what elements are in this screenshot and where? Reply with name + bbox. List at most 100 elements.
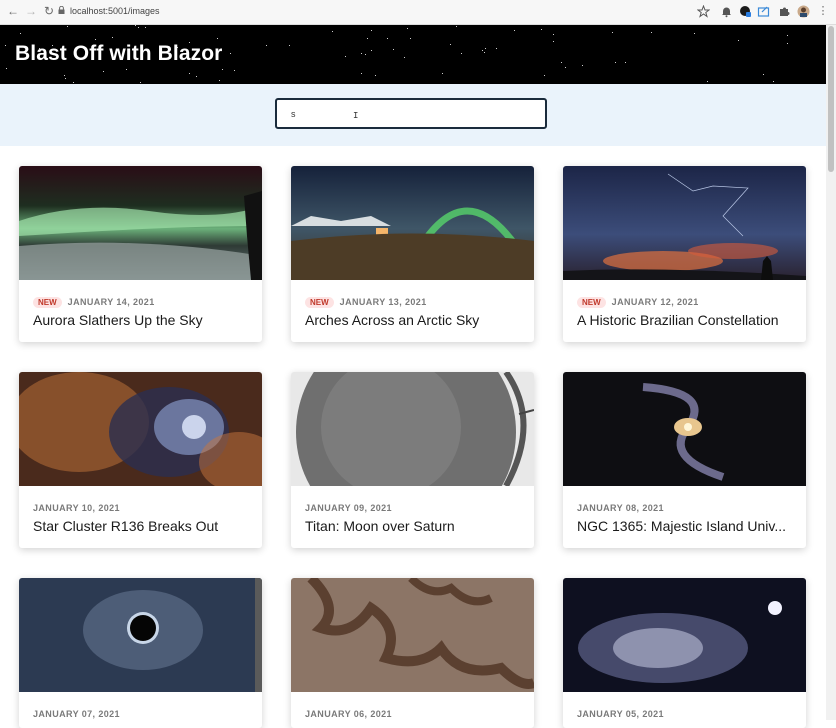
image-card[interactable]: JANUARY 05, 2021 — [563, 578, 806, 728]
star-dot — [482, 50, 483, 51]
new-badge: NEW — [305, 296, 334, 308]
star-dot — [485, 48, 486, 49]
card-title[interactable]: Aurora Slathers Up the Sky — [33, 312, 253, 328]
star-dot — [234, 70, 235, 71]
new-badge: NEW — [33, 296, 62, 308]
image-card[interactable]: NEW JANUARY 14, 2021 Aurora Slathers Up t… — [19, 166, 262, 342]
star-cluster-image — [19, 372, 262, 486]
star-dot — [65, 78, 66, 79]
star-dot — [367, 38, 368, 39]
card-title[interactable]: Arches Across an Arctic Sky — [305, 312, 525, 328]
star-dot — [496, 48, 497, 49]
star-dot — [196, 76, 197, 77]
card-date: JANUARY 07, 2021 — [33, 709, 120, 719]
avatar-icon[interactable] — [797, 5, 810, 18]
star-dot — [67, 26, 68, 27]
star-dot — [219, 80, 220, 81]
star-dot — [138, 27, 139, 28]
star-dot — [651, 32, 652, 33]
card-date: JANUARY 10, 2021 — [33, 503, 120, 513]
star-dot — [332, 31, 333, 32]
address-bar[interactable]: localhost:5001/images — [70, 6, 160, 16]
star-icon[interactable] — [697, 5, 710, 18]
arrow-left-icon[interactable]: ← — [6, 4, 20, 18]
image-card[interactable]: JANUARY 07, 2021 — [19, 578, 262, 728]
extension-icon[interactable] — [739, 5, 752, 18]
star-dot — [787, 43, 788, 44]
star-dot — [230, 53, 231, 54]
star-dot — [442, 73, 443, 74]
image-card[interactable]: JANUARY 06, 2021 — [291, 578, 534, 728]
arctic-arch-image — [291, 166, 534, 280]
titan-image — [291, 372, 534, 486]
star-dot — [456, 26, 457, 27]
star-dot — [404, 57, 405, 58]
star-dot — [450, 44, 451, 45]
star-dot — [189, 73, 190, 74]
magellanic-cloud-image — [563, 578, 806, 692]
image-card[interactable]: JANUARY 08, 2021 NGC 1365: Majestic Isla… — [563, 372, 806, 548]
star-dot — [410, 38, 411, 39]
page-title: Blast Off with Blazor — [15, 42, 223, 65]
star-dot — [738, 40, 739, 41]
star-dot — [461, 53, 462, 54]
star-dot — [544, 75, 545, 76]
star-dot — [763, 74, 764, 75]
star-dot — [484, 52, 485, 53]
lock-icon — [58, 6, 65, 14]
star-dot — [582, 65, 583, 66]
star-dot — [217, 38, 218, 39]
image-card[interactable]: JANUARY 10, 2021 Star Cluster R136 Break… — [19, 372, 262, 548]
star-dot — [612, 32, 613, 33]
site-header: Blast Off with Blazor — [0, 25, 826, 84]
card-date: JANUARY 13, 2021 — [339, 297, 427, 307]
star-dot — [365, 54, 366, 55]
star-dot — [553, 41, 554, 42]
arrow-right-icon[interactable]: → — [24, 4, 38, 18]
star-dot — [407, 28, 408, 29]
card-title[interactable]: NGC 1365: Majestic Island Univ... — [577, 518, 797, 534]
star-dot — [371, 30, 372, 31]
star-dot — [112, 37, 113, 38]
star-dot — [561, 62, 562, 63]
star-dot — [135, 25, 136, 26]
star-dot — [73, 82, 74, 83]
bell-icon[interactable] — [720, 5, 733, 18]
star-dot — [103, 71, 104, 72]
constellation-image — [563, 166, 806, 280]
text-cursor-icon: I — [353, 111, 359, 121]
star-dot — [6, 68, 7, 69]
card-date: JANUARY 14, 2021 — [67, 297, 155, 307]
star-dot — [140, 82, 141, 83]
star-dot — [514, 30, 515, 31]
star-dot — [5, 45, 6, 46]
share-icon[interactable] — [757, 5, 770, 18]
search-input[interactable] — [275, 98, 547, 129]
puzzle-icon[interactable] — [778, 5, 791, 18]
star-dot — [553, 34, 554, 35]
card-title[interactable]: A Historic Brazilian Constellation — [577, 312, 797, 328]
image-card[interactable]: NEW JANUARY 13, 2021 Arches Across an Arc… — [291, 166, 534, 342]
star-dot — [222, 69, 223, 70]
card-title[interactable]: Star Cluster R136 Breaks Out — [33, 518, 253, 534]
card-title[interactable]: Titan: Moon over Saturn — [305, 518, 525, 534]
star-dot — [375, 75, 376, 76]
image-card[interactable]: JANUARY 09, 2021 Titan: Moon over Saturn — [291, 372, 534, 548]
star-dot — [126, 69, 127, 70]
star-dot — [787, 35, 788, 36]
star-dot — [289, 45, 290, 46]
card-date: JANUARY 09, 2021 — [305, 503, 392, 513]
card-date: JANUARY 05, 2021 — [577, 709, 664, 719]
star-dot — [20, 33, 21, 34]
card-date: JANUARY 12, 2021 — [611, 297, 699, 307]
star-dot — [625, 62, 626, 63]
card-date: JANUARY 06, 2021 — [305, 709, 392, 719]
menu-dots-icon[interactable]: ⋮ — [816, 4, 830, 18]
image-card[interactable]: NEW JANUARY 12, 2021 A Historic Brazilian… — [563, 166, 806, 342]
scrollbar-thumb[interactable] — [828, 26, 834, 172]
star-dot — [145, 27, 146, 28]
reload-icon[interactable]: ↻ — [42, 4, 56, 18]
star-dot — [541, 29, 542, 30]
aurora-image — [19, 166, 262, 280]
star-dot — [361, 53, 362, 54]
